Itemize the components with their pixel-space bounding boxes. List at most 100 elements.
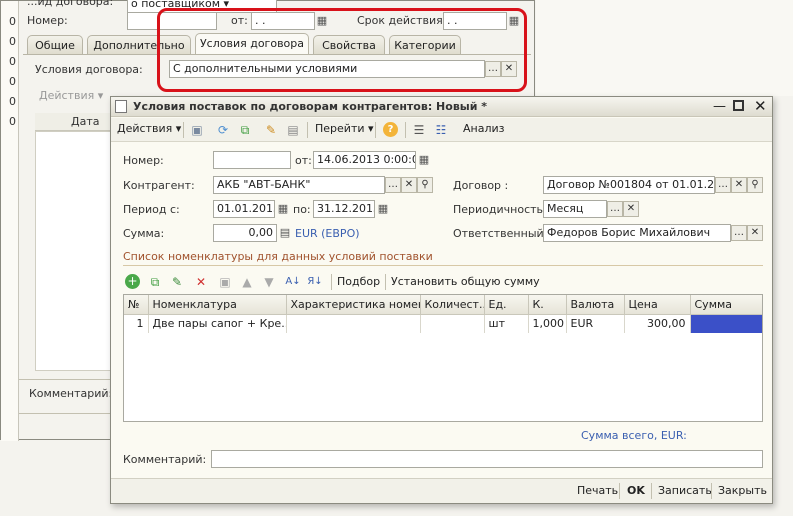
- refresh-icon[interactable]: ⟳: [215, 122, 231, 138]
- calendar-icon[interactable]: ▦: [375, 201, 391, 217]
- divider: [19, 379, 115, 380]
- period-label: Период с:: [123, 203, 180, 216]
- number-input[interactable]: [213, 151, 291, 169]
- separator: [375, 122, 376, 138]
- sort-desc-icon[interactable]: Я↓: [307, 274, 323, 290]
- search-icon[interactable]: ⚲: [747, 177, 763, 193]
- date-column-header: Дата: [71, 115, 100, 128]
- cell-sum[interactable]: [690, 314, 762, 333]
- calendar-icon[interactable]: ▦: [275, 201, 291, 217]
- select-button[interactable]: …: [607, 201, 623, 217]
- list-cell: 0: [9, 75, 16, 88]
- back-table-body: [35, 131, 115, 371]
- counterparty-input[interactable]: АКБ "АВТ-БАНК": [213, 176, 385, 194]
- select-button[interactable]: …: [385, 177, 401, 193]
- search-icon[interactable]: ⚲: [417, 177, 433, 193]
- clear-button[interactable]: ✕: [623, 201, 639, 217]
- cell-price[interactable]: 300,00: [624, 314, 691, 333]
- clear-button[interactable]: ✕: [747, 225, 763, 241]
- print-preview-icon[interactable]: ▤: [285, 122, 301, 138]
- list-toolbar: + ⧉ ✎ ✕ ▣ ▲ ▼ A↓ Я↓ Подбор Установить об…: [123, 271, 763, 293]
- cell-unit[interactable]: шт: [484, 314, 529, 333]
- end-edit-icon[interactable]: ▣: [217, 274, 233, 290]
- document-icon: [115, 100, 127, 113]
- separator: [405, 122, 406, 138]
- print-button[interactable]: Печать: [577, 484, 618, 500]
- responsible-input[interactable]: Федоров Борис Михайлович: [543, 224, 731, 242]
- goto-menu[interactable]: Перейти ▾: [315, 122, 374, 138]
- post-icon[interactable]: ✎: [263, 122, 279, 138]
- delete-icon[interactable]: ✕: [193, 274, 209, 290]
- analysis-button[interactable]: Анализ: [463, 122, 505, 138]
- col-coefficient[interactable]: К.: [528, 295, 567, 315]
- period-from-input[interactable]: 01.01.2013: [213, 200, 275, 218]
- select-button[interactable]: …: [731, 225, 747, 241]
- col-item[interactable]: Номенклатура: [148, 295, 287, 315]
- actions-menu[interactable]: Действия ▾: [117, 122, 181, 138]
- col-number[interactable]: №: [124, 295, 149, 315]
- comment-input[interactable]: [211, 450, 763, 468]
- date-input[interactable]: 14.06.2013 0:00:00: [313, 151, 416, 169]
- comment-label: Комментарий:: [123, 453, 207, 466]
- tab-general[interactable]: Общие: [27, 35, 83, 55]
- table-row[interactable]: 1 Две пары сапог + Кре... шт 1,000 EUR 3…: [124, 314, 762, 333]
- title-bar: Условия поставок по договорам контрагент…: [111, 97, 772, 117]
- main-toolbar: Действия ▾ ▣ ⟳ ⧉ ✎ ▤ Перейти ▾ ? ☰ ☷ Ана…: [111, 118, 772, 142]
- date-label: от:: [295, 154, 312, 167]
- move-up-icon[interactable]: ▲: [239, 274, 255, 290]
- close-button[interactable]: Закрыть: [718, 484, 767, 500]
- hierarchy-icon[interactable]: ▣: [189, 122, 205, 138]
- col-unit[interactable]: Ед.: [484, 295, 529, 315]
- col-sum[interactable]: Сумма: [690, 295, 762, 315]
- responsible-label: Ответственный:: [453, 227, 548, 240]
- cell-item[interactable]: Две пары сапог + Кре...: [148, 314, 287, 333]
- counterparty-label: Контрагент:: [123, 179, 195, 192]
- clear-button[interactable]: ✕: [731, 177, 747, 193]
- col-quantity[interactable]: Количест...: [420, 295, 485, 315]
- ok-button[interactable]: OK: [627, 484, 645, 500]
- cell-number[interactable]: 1: [124, 314, 149, 333]
- periodicity-select[interactable]: Месяц: [543, 200, 607, 218]
- calculator-icon[interactable]: ▤: [277, 225, 293, 241]
- list-icon[interactable]: ☰: [411, 122, 427, 138]
- cell-quantity[interactable]: [420, 314, 485, 333]
- desktop-bg: [536, 0, 793, 96]
- clear-button[interactable]: ✕: [401, 177, 417, 193]
- contract-input[interactable]: Договор №001804 от 01.01.2006: [543, 176, 715, 194]
- minimize-icon[interactable]: —: [713, 99, 726, 114]
- set-total-button[interactable]: Установить общую сумму: [391, 275, 540, 291]
- contract-type-label: ...ид договора:: [27, 0, 114, 8]
- col-currency[interactable]: Валюта: [566, 295, 625, 315]
- copy-row-icon[interactable]: ⧉: [147, 274, 163, 290]
- sum-input[interactable]: 0,00: [213, 224, 277, 242]
- close-icon[interactable]: ✕: [754, 97, 767, 115]
- add-icon[interactable]: +: [125, 274, 140, 289]
- calendar-icon[interactable]: ▦: [416, 152, 432, 168]
- col-price[interactable]: Цена: [624, 295, 691, 315]
- copy-icon[interactable]: ⧉: [237, 122, 253, 138]
- select-button[interactable]: …: [715, 177, 731, 193]
- help-icon[interactable]: ?: [383, 122, 398, 137]
- supply-conditions-window: Условия поставок по договорам контрагент…: [110, 96, 773, 504]
- structure-icon[interactable]: ☷: [433, 122, 449, 138]
- sort-asc-icon[interactable]: A↓: [285, 274, 301, 290]
- currency-link[interactable]: EUR (ЕВРО): [295, 227, 360, 240]
- move-down-icon[interactable]: ▼: [261, 274, 277, 290]
- period-to-input[interactable]: 31.12.2013: [313, 200, 375, 218]
- actions-menu[interactable]: Действия ▾: [39, 89, 103, 102]
- maximize-icon[interactable]: [733, 100, 744, 111]
- pick-button[interactable]: Подбор: [337, 275, 380, 291]
- edit-icon[interactable]: ✎: [169, 274, 185, 290]
- cell-coefficient[interactable]: 1,000: [528, 314, 567, 333]
- sum-label: Сумма:: [123, 227, 165, 240]
- cell-currency[interactable]: EUR: [566, 314, 625, 333]
- list-cell: 0: [9, 35, 16, 48]
- period-to-label: по:: [293, 203, 311, 216]
- col-characteristic[interactable]: Характеристика номен...: [286, 295, 421, 315]
- save-button[interactable]: Записать: [658, 484, 712, 500]
- cell-characteristic[interactable]: [286, 314, 421, 333]
- number-label: Номер:: [123, 154, 164, 167]
- divider: [19, 413, 115, 414]
- list-cell: 0: [9, 55, 16, 68]
- number-label: Номер:: [27, 14, 68, 27]
